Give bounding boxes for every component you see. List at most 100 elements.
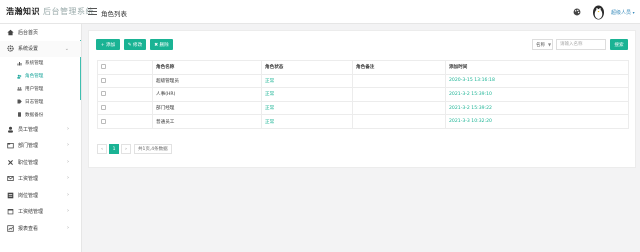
sidebar-subitem-data-backup[interactable]: 数据备份 [0, 108, 81, 121]
select-all-checkbox[interactable] [101, 64, 106, 70]
sidebar-subitem-label: 系统管理 [25, 61, 44, 67]
sidebar-subitem-label: 数据备份 [25, 112, 44, 118]
search-field-select[interactable]: 名称 ▼ [532, 39, 553, 50]
search-input[interactable] [556, 39, 606, 50]
role-name-cell: 人事(HR) [152, 87, 262, 102]
table-row[interactable]: 超级管理员 正常 2020-3-15 13:16:18 [97, 73, 629, 89]
role-status-cell: 正常 [261, 114, 353, 129]
table-row[interactable]: 部门经理 正常 2021-3-2 15:39:22 [97, 100, 629, 116]
sidebar-subitem-label: 用户管理 [25, 86, 44, 92]
users-icon [17, 74, 22, 79]
folder-icon [7, 142, 14, 149]
column-header[interactable]: 添加时间 [445, 60, 629, 75]
role-name-cell: 部门经理 [152, 100, 262, 116]
sidebar-item-system-settings[interactable]: 系统设置 ⌄ [0, 40, 81, 57]
logo-main: 浩瀚知识 [6, 7, 40, 16]
user-group-icon [17, 86, 22, 91]
chevron-right-icon: › [67, 125, 69, 132]
sidebar-item-department[interactable]: 部门管理 › [0, 137, 81, 154]
page-button-current[interactable]: 1 [109, 144, 119, 154]
sidebar-item-reports[interactable]: 报表查看 › [0, 220, 81, 237]
app-logo[interactable]: 浩瀚知识 后台管理系统 [6, 6, 94, 17]
sidebar-item-employee[interactable]: 员工管理 › [0, 121, 81, 138]
table-header-row: 角色名称 角色状态 角色备注 添加时间 [97, 60, 629, 75]
chevron-right-icon: › [67, 175, 69, 182]
delete-button[interactable]: ✖ 删除 [150, 39, 173, 50]
role-name-cell: 普通员工 [152, 114, 262, 129]
sidebar-item-position[interactable]: 职位管理 › [0, 154, 81, 171]
role-status-cell: 正常 [261, 73, 353, 89]
person-icon [7, 126, 14, 133]
row-checkbox[interactable] [101, 118, 106, 124]
next-page-button[interactable]: › [121, 144, 131, 154]
role-status-cell: 正常 [261, 100, 353, 116]
avatar[interactable] [592, 3, 605, 20]
sidebar-subitem-role-manage[interactable]: 角色管理 [0, 70, 81, 83]
sidebar-item-label: 报表查看 [18, 225, 39, 232]
tag-icon [17, 99, 22, 104]
table-row[interactable]: 普通员工 正常 2021-3-3 10:32:20 [97, 114, 629, 129]
add-button[interactable]: + 添加 [96, 39, 120, 50]
gear-icon [7, 45, 14, 52]
cog-icon [7, 159, 14, 166]
pagination-info: 共1页,4条数据 [134, 144, 172, 154]
sidebar-item-label: 岗位管理 [18, 192, 39, 199]
sidebar-item-label: 工资结管理 [18, 209, 44, 216]
column-header[interactable]: 角色状态 [261, 60, 353, 75]
menu-toggle-icon[interactable] [88, 8, 97, 16]
added-time-cell: 2020-3-15 13:16:18 [445, 73, 629, 89]
sidebar-subitem-label: 角色管理 [25, 74, 44, 80]
column-header[interactable]: 角色备注 [352, 60, 446, 75]
sidebar-item-label: 系统设置 [18, 46, 39, 53]
calendar-icon [7, 208, 14, 215]
sidebar-item-label: 员工管理 [18, 126, 39, 133]
role-table: 角色名称 角色状态 角色备注 添加时间 超级管理员 正常 2020-3-15 1… [97, 60, 629, 129]
search-button[interactable]: 搜索 [610, 39, 628, 50]
select-value: 名称 [536, 42, 545, 48]
added-time-cell: 2021-3-2 15:39:22 [445, 100, 629, 116]
user-name[interactable]: 超级人员 ▾ [611, 9, 635, 16]
pagination: ‹ 1 › 共1页,4条数据 [97, 144, 172, 154]
role-remark-cell [352, 87, 446, 102]
logo-sub: 后台管理系统 [43, 7, 94, 16]
role-remark-cell [352, 73, 446, 89]
edit-button[interactable]: ✎ 修改 [124, 39, 146, 50]
role-name-cell: 超级管理员 [152, 73, 262, 89]
sidebar-item-salary[interactable]: 工资管理 › [0, 170, 81, 187]
file-icon [17, 112, 22, 117]
row-select-cell[interactable] [97, 73, 153, 89]
chevron-right-icon: › [67, 208, 69, 215]
row-select-cell[interactable] [97, 114, 153, 129]
select-all-cell[interactable] [97, 60, 153, 75]
sidebar-subitem-user-manage[interactable]: 用户管理 [0, 83, 81, 96]
sidebar-item-post[interactable]: 岗位管理 › [0, 187, 81, 204]
sidebar-item-label: 后台首页 [18, 29, 39, 36]
row-checkbox[interactable] [101, 91, 106, 97]
added-time-cell: 2021-3-3 10:32:20 [445, 114, 629, 129]
palette-icon[interactable] [573, 8, 581, 16]
row-checkbox[interactable] [101, 105, 106, 111]
sidebar-item-home[interactable]: 后台首页 [0, 24, 81, 41]
sidebar-item-label: 工资管理 [18, 176, 39, 183]
prev-page-button[interactable]: ‹ [97, 144, 107, 154]
chevron-right-icon: › [67, 158, 69, 165]
role-remark-cell [352, 100, 446, 116]
chevron-right-icon: › [67, 224, 69, 231]
sidebar-subitem-log-manage[interactable]: 日志管理 [0, 95, 81, 108]
chevron-down-icon: ⌄ [64, 45, 69, 52]
row-select-cell[interactable] [97, 87, 153, 102]
mail-icon [7, 175, 14, 182]
bar-chart-icon [17, 61, 22, 66]
row-checkbox[interactable] [101, 77, 106, 83]
column-header[interactable]: 角色名称 [152, 60, 262, 75]
sidebar-item-settlement[interactable]: 工资结管理 › [0, 203, 81, 220]
chevron-right-icon: › [67, 142, 69, 149]
role-list-panel: + 添加 ✎ 修改 ✖ 删除 名称▼ 搜索 角色名称 角色状态 角色备注 添加时… [88, 30, 636, 168]
row-select-cell[interactable] [97, 100, 153, 116]
chevron-down-icon: ▼ [548, 42, 552, 47]
role-status-cell: 正常 [261, 87, 353, 102]
sidebar-subitem-system-manage[interactable]: 系统管理 [0, 57, 81, 70]
sidebar-subitem-label: 日志管理 [25, 99, 44, 105]
table-row[interactable]: 人事(HR) 正常 2021-3-2 15:39:10 [97, 87, 629, 102]
home-icon [7, 29, 14, 36]
